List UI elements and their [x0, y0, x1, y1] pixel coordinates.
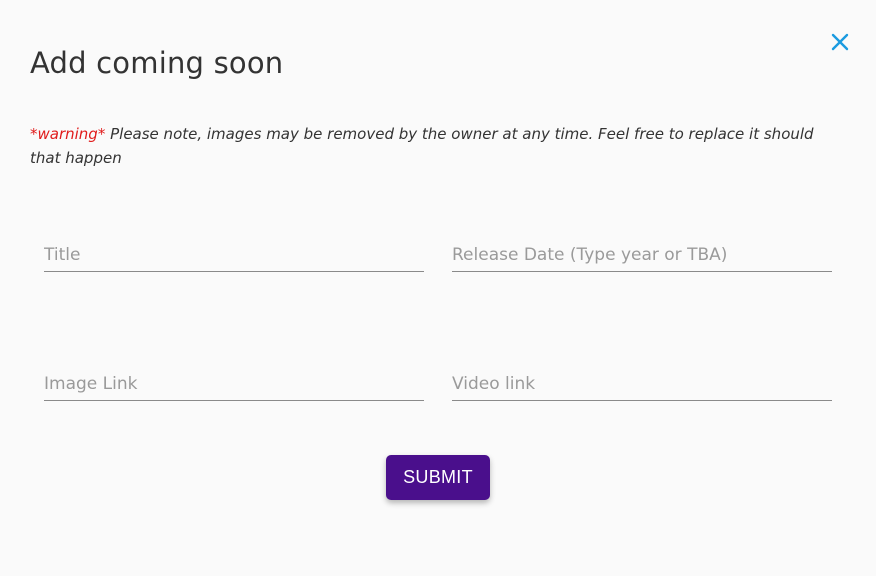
release-date-field [452, 241, 832, 272]
title-input[interactable] [44, 241, 424, 269]
close-icon [831, 33, 849, 51]
title-field [44, 241, 424, 272]
warning-text: Please note, images may be removed by th… [30, 125, 814, 167]
warning-tag: *warning* [30, 125, 106, 143]
image-link-field [44, 370, 424, 401]
image-link-input[interactable] [44, 370, 424, 398]
video-link-field [452, 370, 832, 401]
dialog-title: Add coming soon [30, 46, 284, 80]
warning-note: *warning* Please note, images may be rem… [30, 122, 830, 170]
video-link-input[interactable] [452, 370, 832, 398]
submit-button[interactable]: SUBMIT [386, 455, 490, 500]
release-date-input[interactable] [452, 241, 832, 269]
close-button[interactable] [828, 30, 852, 54]
add-coming-soon-dialog: Add coming soon *warning* Please note, i… [0, 0, 876, 576]
